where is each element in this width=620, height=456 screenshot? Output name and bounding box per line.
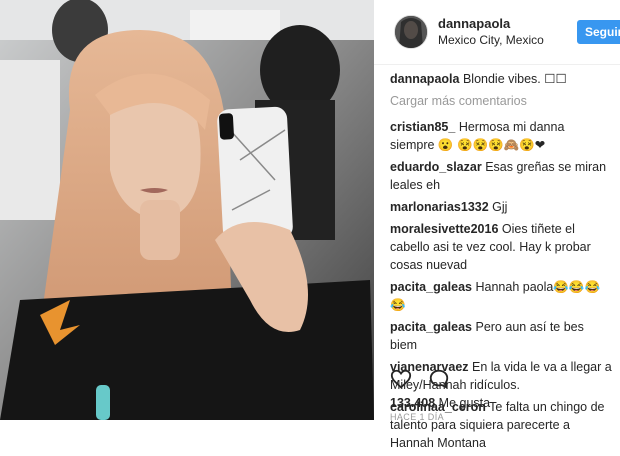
- heart-icon[interactable]: [390, 368, 412, 395]
- avatar-image: [395, 16, 427, 48]
- post-actions: [390, 368, 462, 394]
- follow-button[interactable]: Seguir: [577, 20, 620, 44]
- comment-bubble-icon[interactable]: [428, 368, 450, 395]
- post-header: dannapaola Mexico City, Mexico Seguir: [374, 0, 620, 65]
- caption-text: Blondie vibes. ☐☐: [462, 72, 567, 86]
- load-more-comments-link[interactable]: Cargar más comentarios: [390, 92, 612, 110]
- caption-username[interactable]: dannapaola: [390, 72, 459, 86]
- comment-username[interactable]: eduardo_slazar: [390, 160, 482, 174]
- comment-item: eduardo_slazar Esas greñas se miran leal…: [390, 158, 612, 194]
- post-username[interactable]: dannapaola: [438, 16, 510, 31]
- comment-item: pacita_galeas Pero aun así te bes biem: [390, 318, 612, 354]
- comment-username[interactable]: pacita_galeas: [390, 320, 472, 334]
- comment-text: Gjj: [492, 200, 508, 214]
- comment-username[interactable]: moralesivette2016: [390, 222, 498, 236]
- comment-item: marlonarias1332 Gjj: [390, 198, 612, 216]
- caption: dannapaola Blondie vibes. ☐☐: [390, 70, 612, 88]
- comment-username[interactable]: marlonarias1332: [390, 200, 489, 214]
- likes-number: 133.408: [390, 396, 436, 410]
- post-side-panel: dannapaola Mexico City, Mexico Seguir da…: [374, 0, 620, 450]
- comment-item: pacita_galeas Hannah paola😂😂😂😂: [390, 278, 612, 314]
- avatar[interactable]: [394, 15, 428, 49]
- likes-count[interactable]: 133.408 Me gusta: [390, 396, 490, 410]
- photo-image: [0, 0, 374, 420]
- post-photo[interactable]: [0, 0, 374, 420]
- comment-username[interactable]: pacita_galeas: [390, 280, 472, 294]
- comment-username[interactable]: cristian85_: [390, 120, 455, 134]
- comment-item: cristian85_ Hermosa mi danna siempre 😮 😵…: [390, 118, 612, 154]
- post-location[interactable]: Mexico City, Mexico: [438, 33, 544, 47]
- comment-item: moralesivette2016 Oies tiñete el cabello…: [390, 220, 612, 274]
- likes-label: Me gusta: [438, 396, 491, 410]
- post-date: HACE 1 DÍA: [390, 412, 445, 422]
